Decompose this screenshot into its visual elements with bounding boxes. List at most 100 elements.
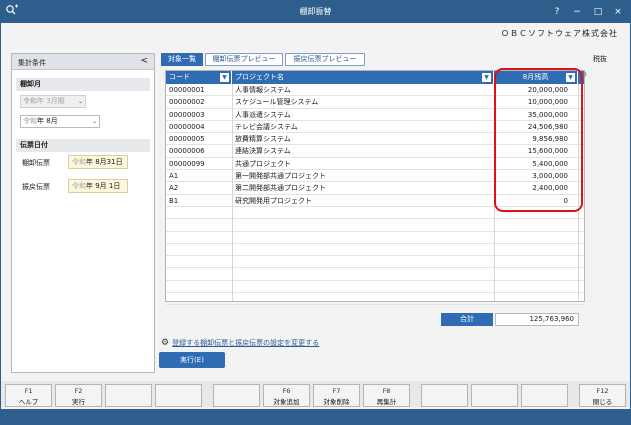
fkey-empty[interactable] [471, 384, 518, 407]
period-row: 令和年 3月期 ⌄ [16, 93, 150, 111]
title-bar: 棚卸振替 ? − □ × [1, 1, 630, 23]
minimize-button[interactable]: − [569, 4, 585, 20]
reversal-slip-era: 令和 [72, 182, 86, 190]
period-value: 年 3月期 [37, 97, 65, 105]
cell-code: 00000005 [169, 135, 205, 144]
fkey-empty[interactable] [213, 384, 260, 407]
fkey-f8[interactable]: F8 再集計 [363, 384, 410, 407]
fkey-f2[interactable]: F2 実行 [55, 384, 102, 407]
table-row[interactable] [166, 219, 584, 232]
month-row: 令和年 8月 ⌄ [16, 113, 150, 131]
cell-project-name: 旅費精算システム [235, 135, 291, 144]
inventory-slip-date: 年 8月31日 [86, 158, 123, 166]
fkey-number: F7 [332, 387, 341, 395]
inventory-slip-era: 令和 [72, 158, 86, 166]
execute-button[interactable]: 実行(E) [159, 352, 225, 368]
condition-panel-title: 集計条件 [18, 59, 46, 67]
fkey-number: F8 [382, 387, 391, 395]
fkey-f7[interactable]: F7 対象削除 [313, 384, 360, 407]
fkey-empty[interactable] [421, 384, 468, 407]
tab-reversal-preview[interactable]: 振戻伝票プレビュー [285, 53, 365, 66]
fkey-number: F1 [24, 387, 33, 395]
fkey-label: ヘルプ [18, 398, 39, 406]
fkey-empty[interactable] [155, 384, 202, 407]
fkey-f1[interactable]: F1 ヘルプ [5, 384, 52, 407]
cell-project-name: 人事情報システム [235, 86, 291, 94]
maximize-button[interactable]: □ [590, 4, 606, 20]
fkey-empty[interactable] [521, 384, 568, 407]
app-window: 棚卸振替 ? − □ × ＯＢＣソフトウェア株式会社 集計条件 < 棚卸月 令和… [0, 0, 631, 425]
column-divider [232, 84, 233, 301]
cell-project-name: スケジュール管理システム [235, 98, 319, 107]
header-project[interactable]: プロジェクト名 ▼ [232, 71, 494, 84]
header-project-label: プロジェクト名 [235, 73, 284, 81]
table-row[interactable] [166, 281, 584, 294]
inventory-slip-date-field[interactable]: 令和年 8月31日 [68, 155, 128, 169]
table-row[interactable] [166, 244, 584, 257]
month-era: 令和 [23, 117, 37, 125]
cell-project-name: 第一開発部共通プロジェクト [235, 172, 326, 181]
cell-code: 00000001 [169, 86, 205, 94]
collapse-icon[interactable]: < [140, 56, 148, 66]
dropdown-icon[interactable]: ▼ [482, 73, 491, 82]
header-code[interactable]: コード ▼ [166, 71, 232, 84]
help-icon[interactable]: ? [549, 4, 565, 20]
grid-scrollbar[interactable] [587, 70, 593, 302]
settings-link-text: 登録する棚卸伝票と振戻伝票の設定を変更する [172, 339, 320, 347]
period-era: 令和 [23, 97, 37, 105]
tax-excluded-label: 税抜 [593, 55, 607, 63]
tab-target-list[interactable]: 対象一覧 [161, 53, 203, 66]
cell-code: 00000006 [169, 147, 205, 156]
cell-project-name: テレビ会議システム [235, 122, 298, 131]
fkey-number: F12 [596, 387, 609, 395]
inventory-slip-label: 棚卸伝票 [22, 159, 50, 167]
chevron-down-icon: ⌄ [91, 118, 97, 125]
fkey-f12[interactable]: F12 閉じる [579, 384, 626, 407]
cell-project-name: 人事派遣システム [235, 110, 291, 119]
cell-code: 00000099 [169, 159, 205, 168]
gear-icon: ⚙ [161, 338, 170, 348]
table-row[interactable] [166, 268, 584, 281]
fkey-label: 対象追加 [273, 398, 300, 406]
fkey-label: 閉じる [592, 398, 613, 406]
cell-project-name: 研究開発用プロジェクト [235, 196, 312, 205]
chevron-down-icon: ⌄ [77, 98, 83, 105]
close-button[interactable]: × [610, 4, 626, 20]
company-name: ＯＢＣソフトウェア株式会社 [501, 29, 618, 38]
cell-code: A2 [169, 184, 179, 193]
table-row[interactable] [166, 232, 584, 244]
section-slip-date: 伝票日付 [16, 139, 150, 152]
inventory-slip-row: 棚卸伝票 令和年 8月31日 [16, 154, 150, 172]
settings-link[interactable]: ⚙ 登録する棚卸伝票と振戻伝票の設定を変更する [161, 338, 319, 348]
cell-code: A1 [169, 172, 179, 181]
total-value: 125,763,960 [495, 313, 579, 326]
table-row[interactable] [166, 256, 584, 269]
month-value: 年 8月 [37, 117, 58, 125]
month-select[interactable]: 令和年 8月 ⌄ [20, 115, 100, 128]
table-row[interactable] [166, 293, 584, 306]
cell-code: 00000003 [169, 110, 205, 119]
fkey-f6[interactable]: F6 対象追加 [263, 384, 310, 407]
dropdown-icon[interactable]: ▼ [220, 73, 229, 82]
reversal-slip-row: 振戻伝票 令和年 9月 1日 [16, 178, 150, 196]
cell-code: 00000004 [169, 122, 205, 131]
cell-project-name: 連結決算システム [235, 147, 291, 156]
cell-project-name: 第二開発部共通プロジェクト [235, 184, 326, 193]
header-code-label: コード [169, 73, 190, 81]
tab-inventory-preview[interactable]: 棚卸伝票プレビュー [205, 53, 283, 66]
cell-code: 00000002 [169, 98, 205, 107]
cell-code: B1 [169, 196, 179, 205]
reversal-slip-date-field[interactable]: 令和年 9月 1日 [68, 179, 128, 193]
condition-panel: 集計条件 < 棚卸月 令和年 3月期 ⌄ 令和年 8月 ⌄ 伝票日付 棚卸伝票 … [11, 53, 155, 373]
fkey-label: 再集計 [376, 398, 397, 406]
fkey-empty[interactable] [105, 384, 152, 407]
function-key-bar: F1 ヘルプ F2 実行 F6 対象追加 F7 対象削除 F8 再集計 F12 閉じる [1, 381, 630, 407]
total-label: 合計 [441, 313, 493, 326]
reversal-slip-date: 年 9月 1日 [86, 182, 121, 190]
period-select: 令和年 3月期 ⌄ [20, 95, 86, 108]
cell-project-name: 共通プロジェクト [235, 159, 291, 168]
amount-column-highlight [494, 68, 583, 212]
status-bar [1, 409, 630, 425]
fkey-number: F2 [74, 387, 83, 395]
fkey-label: 対象削除 [323, 398, 350, 406]
